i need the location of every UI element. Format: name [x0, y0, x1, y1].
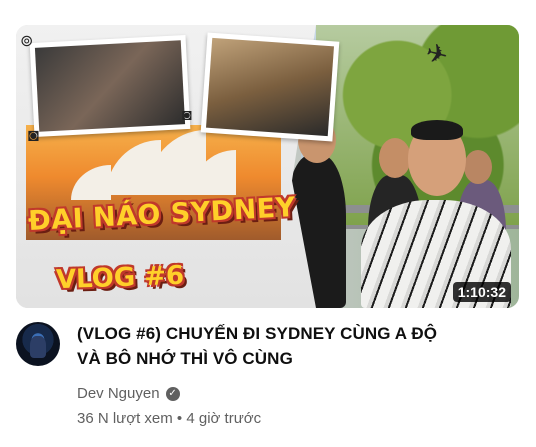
thumbnail-polaroid-photo	[200, 32, 340, 142]
view-count: 36 N lượt xem	[77, 410, 173, 427]
video-title-line-2: VÀ BÔ NHỚ THÌ VÔ CÙNG	[77, 349, 293, 368]
video-thumbnail[interactable]: ⊚ ◙ ◙ ✈ ĐẠI NÁO SYDNEY VLOG #6 1:10:32	[16, 25, 519, 308]
video-title[interactable]: (VLOG #6) CHUYẾN ĐI SYDNEY CÙNG A ĐỘ VÀ …	[77, 321, 497, 371]
video-card: ⊚ ◙ ◙ ✈ ĐẠI NÁO SYDNEY VLOG #6 1:10:32 (…	[0, 0, 536, 447]
channel-name-link[interactable]: Dev Nguyen ✓	[77, 385, 180, 402]
verified-check-icon: ✓	[165, 386, 180, 401]
meta-separator: •	[176, 410, 183, 427]
thumbnail-person-head	[464, 150, 492, 184]
video-title-line-1: (VLOG #6) CHUYẾN ĐI SYDNEY CÙNG A ĐỘ	[77, 324, 438, 343]
thumbnail-art-vlog: VLOG #6	[55, 260, 185, 296]
duration-badge: 1:10:32	[452, 282, 511, 302]
upload-age: 4 giờ trước	[186, 410, 262, 427]
thumbnail-polaroid-photo	[29, 34, 191, 138]
channel-name: Dev Nguyen	[77, 385, 160, 402]
pin-icon: ⊚	[20, 33, 34, 50]
thumbnail-person-hair	[411, 120, 463, 140]
avatar-figure	[30, 336, 46, 358]
channel-avatar[interactable]	[16, 322, 60, 366]
video-metadata: 36 N lượt xem • 4 giờ trước	[77, 410, 261, 427]
camera-icon: ◙	[28, 125, 39, 145]
camera-icon: ◙	[182, 107, 192, 124]
thumbnail-person-head	[379, 138, 411, 178]
